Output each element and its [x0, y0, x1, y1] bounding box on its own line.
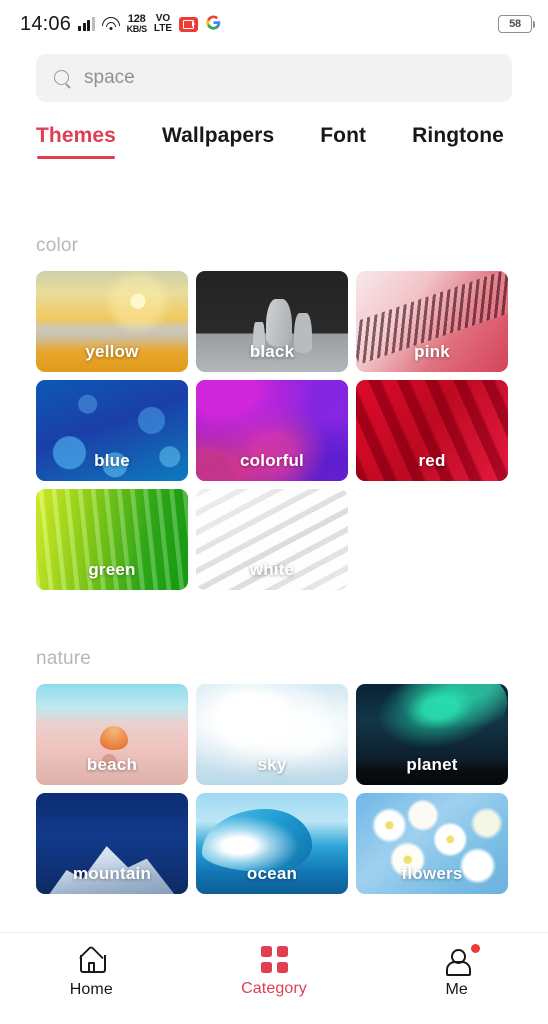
tile-label: mountain [72, 864, 152, 883]
tile-colorful[interactable]: colorful [196, 380, 348, 481]
search-input[interactable] [84, 67, 494, 89]
volte-icon: VO LTE [154, 14, 172, 34]
tile-label: blue [94, 451, 130, 470]
network-speed-unit: KB/S [126, 24, 148, 34]
search-section [0, 48, 548, 102]
tile-label: white [249, 560, 295, 579]
tile-label: yellow [85, 342, 139, 361]
google-icon [205, 14, 222, 34]
tile-red[interactable]: red [356, 380, 508, 481]
section-title-color: color [36, 235, 79, 256]
tab-wallpapers[interactable]: Wallpapers [162, 124, 274, 159]
network-speed-indicator: 128 KB/S [126, 14, 148, 34]
tile-label: green [88, 560, 136, 579]
tab-ringtone[interactable]: Ringtone [412, 124, 504, 159]
volte-bottom-label: LTE [153, 23, 173, 34]
tile-white[interactable]: white [196, 489, 348, 590]
tile-mountain[interactable]: mountain [36, 793, 188, 894]
nav-item-me[interactable]: Me [365, 944, 548, 999]
tile-label: pink [414, 342, 450, 361]
status-bar-left: 14:06 128 KB/S VO LTE [20, 13, 222, 36]
nav-item-home-label: Home [69, 981, 113, 998]
tile-blue[interactable]: blue [36, 380, 188, 481]
tile-label: ocean [246, 864, 298, 883]
tile-green[interactable]: green [36, 489, 188, 590]
tile-yellow[interactable]: yellow [36, 271, 188, 372]
tile-ocean[interactable]: ocean [196, 793, 348, 894]
tile-pink[interactable]: pink [356, 271, 508, 372]
tab-themes-label: Themes [36, 124, 116, 147]
nav-item-category-label: Category [241, 980, 307, 997]
nav-item-me-label: Me [445, 981, 468, 998]
tab-font-label: Font [320, 124, 367, 147]
status-bar-right: 58 [498, 15, 536, 33]
notification-badge-dot [470, 944, 480, 953]
tab-ringtone-label: Ringtone [412, 124, 504, 147]
tile-black[interactable]: black [196, 271, 348, 372]
section-title-nature: nature [36, 648, 92, 669]
category-icon [260, 946, 288, 973]
tile-label: black [249, 342, 295, 361]
search-bar[interactable] [36, 54, 512, 102]
tile-planet[interactable]: planet [356, 684, 508, 785]
tile-label: flowers [401, 864, 463, 883]
screen-recorder-icon [179, 16, 199, 32]
nav-item-home[interactable]: Home [0, 946, 183, 999]
tile-sky[interactable]: sky [196, 684, 348, 785]
section-nature: nature beach sky planet mountain ocean f… [36, 590, 512, 894]
tab-font[interactable]: Font [320, 124, 366, 159]
search-icon [54, 69, 71, 87]
tab-wallpapers-label: Wallpapers [161, 124, 275, 147]
tile-label: planet [406, 755, 458, 774]
nav-item-category[interactable]: Category [183, 946, 366, 998]
tile-flowers[interactable]: flowers [356, 793, 508, 894]
tab-themes[interactable]: Themes [36, 124, 116, 159]
signal-bars-icon [78, 17, 95, 31]
battery-level: 58 [509, 18, 521, 30]
battery-icon: 58 [498, 15, 536, 33]
bottom-navigation: Home Category Me [0, 932, 548, 1024]
status-bar: 14:06 128 KB/S VO LTE 58 [0, 0, 548, 48]
section-color: color yellow black pink blue colorful re… [36, 159, 512, 590]
home-icon [77, 946, 107, 974]
wifi-icon [101, 17, 120, 31]
tile-label: colorful [240, 451, 304, 470]
tile-label: sky [257, 755, 287, 774]
tile-beach[interactable]: beach [36, 684, 188, 785]
tile-label: red [418, 451, 446, 470]
status-time: 14:06 [20, 12, 72, 35]
tile-grid-color: yellow black pink blue colorful red gree… [36, 271, 512, 590]
category-content: color yellow black pink blue colorful re… [0, 159, 548, 894]
category-tabs: Themes Wallpapers Font Ringtone [0, 102, 548, 159]
person-icon [443, 944, 480, 976]
tile-grid-nature: beach sky planet mountain ocean flowers [36, 684, 512, 894]
tile-label: beach [86, 755, 138, 774]
